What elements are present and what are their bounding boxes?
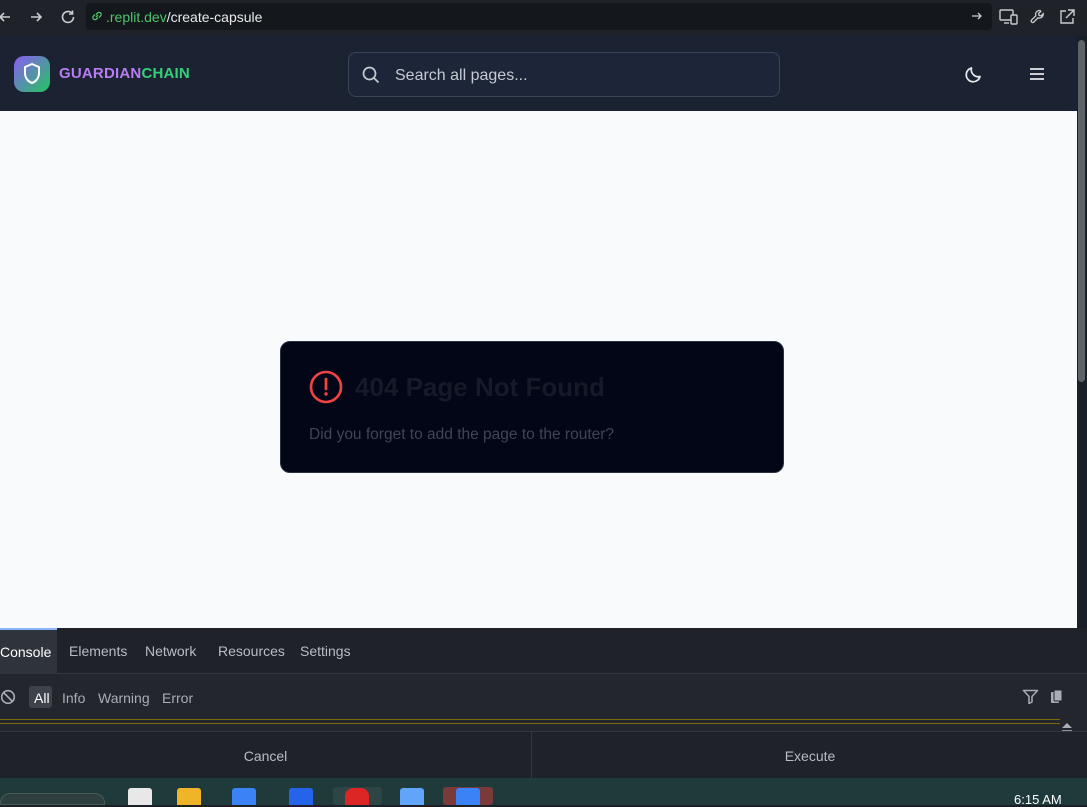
- open-external-icon[interactable]: [1058, 8, 1076, 31]
- tab-network[interactable]: Network: [145, 643, 196, 659]
- go-icon[interactable]: [970, 9, 984, 28]
- search-icon: [362, 66, 380, 89]
- filter-icon[interactable]: [1022, 689, 1039, 709]
- link-icon: [90, 9, 104, 28]
- tab-elements[interactable]: Elements: [69, 643, 127, 659]
- taskbar-search[interactable]: [0, 793, 105, 805]
- cancel-button[interactable]: Cancel: [0, 732, 532, 779]
- search-input[interactable]: Search all pages...: [348, 52, 780, 97]
- brand-name[interactable]: GUARDIANCHAIN: [59, 65, 190, 82]
- tab-resources[interactable]: Resources: [218, 643, 285, 659]
- filter-warning[interactable]: Warning: [98, 690, 150, 706]
- devices-icon[interactable]: [999, 8, 1019, 31]
- main-content: 404 Page Not Found Did you forget to add…: [0, 111, 1077, 628]
- file-explorer-icon[interactable]: [177, 788, 201, 805]
- taskbar-app-icon[interactable]: [128, 788, 152, 805]
- tab-console[interactable]: Console: [0, 628, 57, 674]
- browser-icon[interactable]: [345, 788, 369, 805]
- devtools-panel: Console Elements Network Resources Setti…: [0, 628, 1087, 779]
- os-taskbar: 6:15 AM: [0, 778, 1087, 807]
- brand-part-1: GUARDIAN: [59, 65, 142, 82]
- browser-toolbar: .replit.dev/create-capsule: [0, 0, 1087, 36]
- alert-circle-icon: [308, 369, 344, 410]
- search-placeholder: Search all pages...: [395, 67, 528, 84]
- logo[interactable]: [14, 56, 50, 92]
- copy-icon[interactable]: [1050, 689, 1064, 709]
- app-header: GUARDIANCHAIN Search all pages...: [0, 36, 1077, 111]
- console-filter-bar: All Info Warning Error: [0, 674, 1087, 718]
- devtools-tabs: Console Elements Network Resources Setti…: [0, 628, 1087, 674]
- url-text: .replit.dev/create-capsule: [106, 9, 262, 25]
- reload-icon[interactable]: [57, 6, 79, 28]
- console-actions: Cancel Execute: [0, 731, 1087, 779]
- back-icon[interactable]: [0, 6, 16, 28]
- menu-icon[interactable]: [1028, 66, 1046, 87]
- clear-console-icon[interactable]: [0, 689, 16, 710]
- taskbar-app-icon[interactable]: [456, 788, 480, 805]
- wrench-icon[interactable]: [1029, 8, 1047, 31]
- moon-icon[interactable]: [964, 64, 984, 89]
- tab-settings[interactable]: Settings: [300, 643, 351, 659]
- taskbar-app-icon[interactable]: [289, 788, 313, 805]
- execute-button[interactable]: Execute: [533, 732, 1087, 779]
- console-input-divider: [0, 719, 1060, 724]
- url-host: .replit.dev: [106, 9, 167, 25]
- filter-error[interactable]: Error: [162, 690, 193, 706]
- error-title: 404 Page Not Found: [355, 372, 605, 402]
- filter-info[interactable]: Info: [62, 690, 85, 706]
- brand-part-2: CHAIN: [141, 65, 190, 82]
- error-card: 404 Page Not Found Did you forget to add…: [280, 341, 784, 473]
- scrollbar-thumb[interactable]: [1078, 40, 1085, 382]
- filter-all[interactable]: All: [34, 690, 50, 706]
- forward-icon[interactable]: [25, 6, 47, 28]
- url-path: /create-capsule: [166, 9, 263, 25]
- notepad-icon[interactable]: [400, 788, 424, 805]
- error-message: Did you forget to add the page to the ro…: [309, 426, 615, 443]
- address-bar[interactable]: .replit.dev/create-capsule: [86, 3, 992, 30]
- shield-icon: [24, 63, 40, 84]
- tab-console-label: Console: [0, 644, 52, 660]
- store-icon[interactable]: [232, 788, 256, 805]
